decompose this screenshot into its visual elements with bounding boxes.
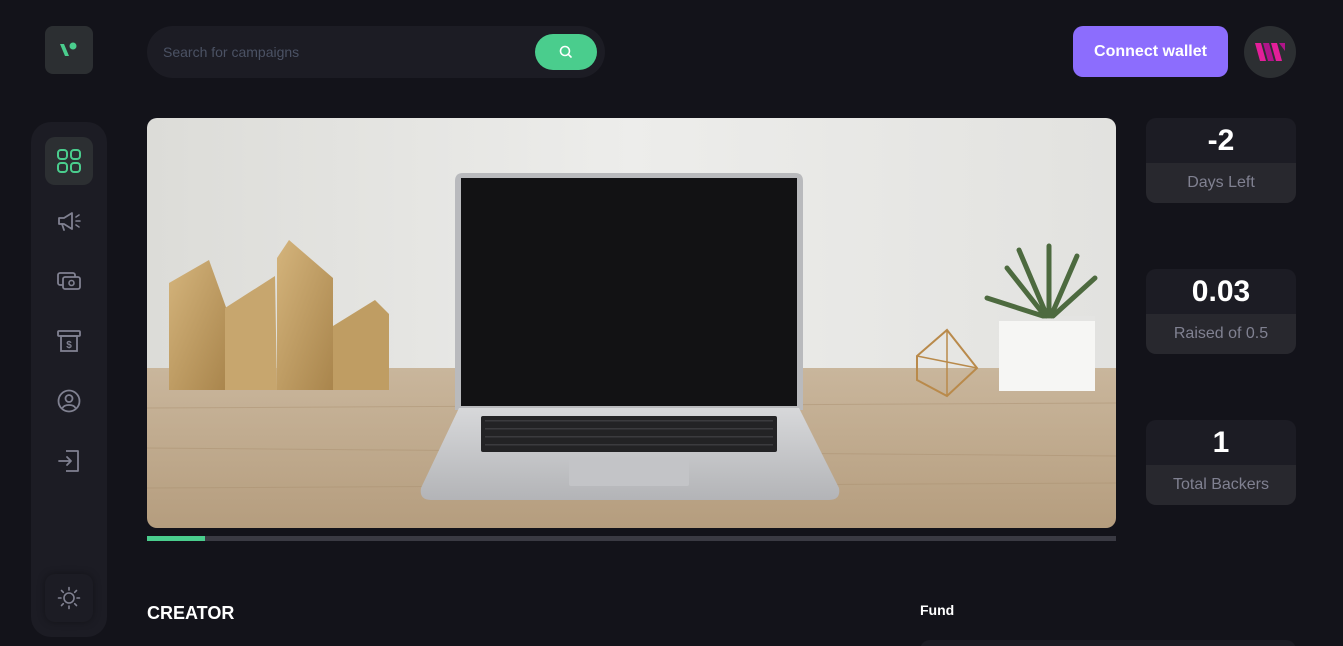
connect-wallet-button[interactable]: Connect wallet (1073, 26, 1228, 77)
svg-text:$: $ (66, 340, 72, 351)
sidebar-item-withdraw[interactable]: $ (45, 317, 93, 365)
avatar-logo-icon (1255, 43, 1285, 61)
search-icon (559, 45, 572, 58)
fund-panel (920, 640, 1296, 646)
campaign-image (147, 118, 1116, 528)
app-logo[interactable] (45, 26, 93, 74)
funding-progress-bar (147, 536, 1116, 541)
sun-icon (57, 586, 81, 610)
logo-icon (60, 42, 77, 56)
search-bar (147, 26, 605, 78)
profile-icon (57, 389, 81, 413)
search-input[interactable] (163, 40, 533, 64)
fund-heading: Fund (920, 602, 955, 618)
payment-icon (57, 272, 81, 290)
withdraw-icon: $ (57, 330, 81, 352)
dashboard-icon (57, 149, 81, 173)
stat-days-left: -2 Days Left (1146, 118, 1296, 203)
stat-total-backers: 1 Total Backers (1146, 420, 1296, 505)
stat-raised: 0.03 Raised of 0.5 (1146, 269, 1296, 354)
creator-heading: CREATOR (147, 603, 235, 623)
avatar[interactable] (1244, 26, 1296, 78)
sidebar-item-logout[interactable] (45, 437, 93, 485)
funding-progress-fill (147, 536, 206, 541)
stat-label: Total Backers (1146, 465, 1296, 505)
megaphone-icon (58, 212, 81, 231)
sidebar-item-campaign[interactable] (45, 197, 93, 245)
stat-value: 0.03 (1146, 269, 1296, 314)
theme-toggle-button[interactable] (45, 574, 93, 622)
stat-label: Days Left (1146, 163, 1296, 203)
sidebar-item-profile[interactable] (45, 377, 93, 425)
campaign-image-illustration (147, 118, 1116, 528)
stat-value: -2 (1146, 118, 1296, 163)
logout-icon (58, 450, 79, 472)
sidebar-item-dashboard[interactable] (45, 137, 93, 185)
stat-value: 1 (1146, 420, 1296, 465)
sidebar: $ (31, 122, 107, 637)
search-button[interactable] (535, 34, 597, 70)
sidebar-item-payment[interactable] (45, 257, 93, 305)
stat-label: Raised of 0.5 (1146, 314, 1296, 354)
